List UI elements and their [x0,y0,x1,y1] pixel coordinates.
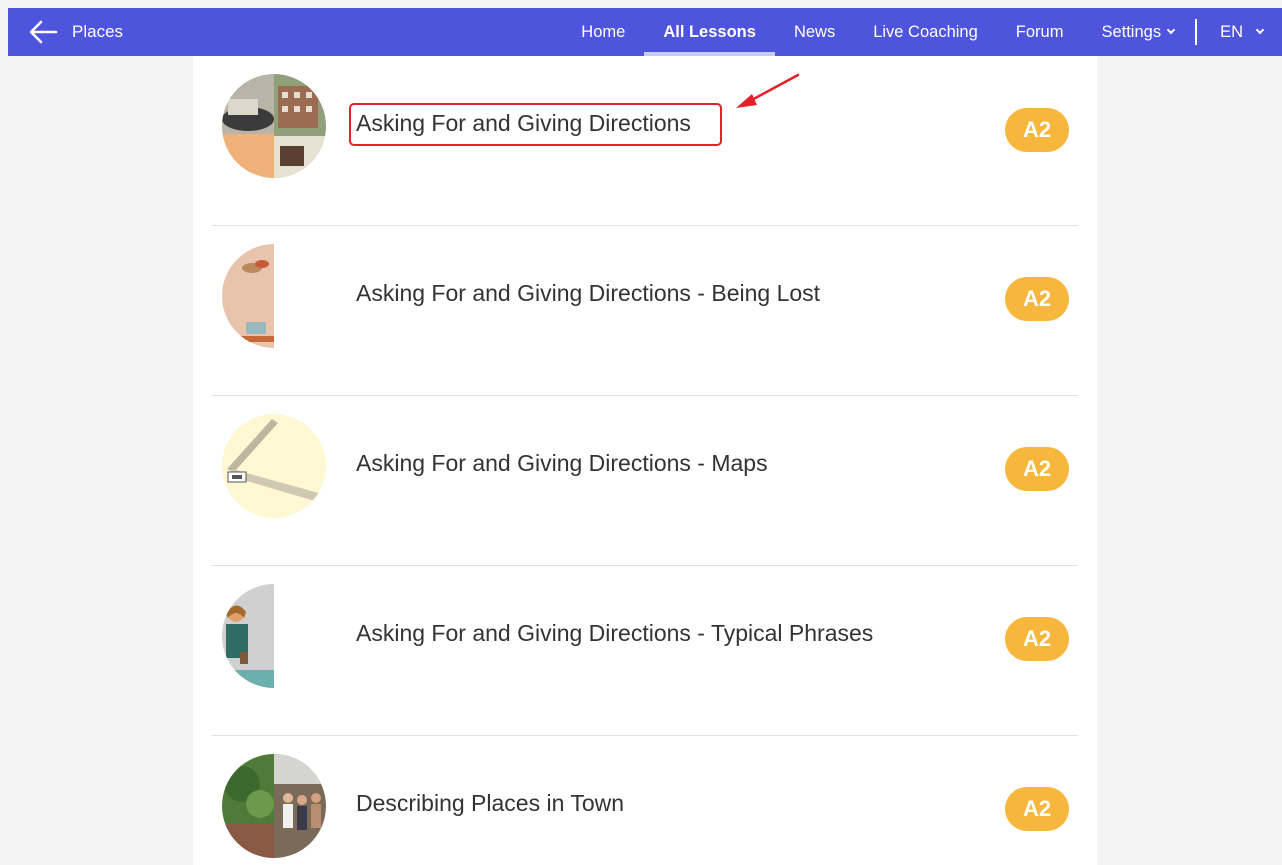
nav-news[interactable]: News [775,8,854,56]
language-label: EN [1220,22,1243,41]
lesson-list: Asking For and Giving Directions A2 Aski… [193,56,1097,865]
lesson-image [222,244,326,348]
lesson-thumbnail [222,244,326,348]
level-badge: A2 [1005,787,1069,831]
back-label: Places [72,22,124,41]
main-nav: Home All Lessons News Live Coaching Foru… [562,8,1282,56]
lesson-thumbnail [222,754,326,858]
top-navigation-bar: Places Home All Lessons News Live Coachi… [8,8,1282,56]
lesson-title: Asking For and Giving Directions [356,110,691,136]
lesson-thumbnail [222,74,326,178]
nav-live-coaching-label: Live Coaching [873,22,978,41]
lesson-row[interactable]: Asking For and Giving Directions - Maps … [212,396,1078,566]
lesson-thumbnail [222,414,326,518]
arrow-left-icon [29,20,58,44]
nav-news-label: News [793,22,836,41]
chevron-down-icon [1166,25,1176,35]
level-badge: A2 [1005,447,1069,491]
lesson-image [222,74,326,178]
nav-home[interactable]: Home [562,8,644,56]
nav-settings[interactable]: Settings [1082,8,1193,56]
nav-forum[interactable]: Forum [997,8,1083,56]
lesson-image [222,584,326,688]
lesson-row[interactable]: Describing Places in Town A2 [212,736,1078,865]
lesson-title: Asking For and Giving Directions - Typic… [356,620,874,646]
nav-home-label: Home [581,22,626,41]
lesson-image [222,754,326,858]
nav-all-lessons-label: All Lessons [663,22,756,41]
level-badge: A2 [1005,108,1069,152]
level-badge: A2 [1005,277,1069,321]
lesson-row[interactable]: Asking For and Giving Directions A2 [212,56,1078,226]
lesson-title: Describing Places in Town [356,790,625,816]
nav-all-lessons[interactable]: All Lessons [644,8,775,56]
back-button[interactable]: Places [8,8,123,56]
lesson-title: Asking For and Giving Directions - Maps [356,450,768,476]
chevron-down-icon [1255,25,1265,35]
lesson-row[interactable]: Asking For and Giving Directions - Being… [212,226,1078,396]
nav-forum-label: Forum [1015,22,1064,41]
nav-settings-label: Settings [1101,22,1162,41]
nav-live-coaching[interactable]: Live Coaching [854,8,997,56]
lesson-title: Asking For and Giving Directions - Being… [356,280,821,306]
nav-divider [1195,19,1198,45]
lesson-row[interactable]: Asking For and Giving Directions - Typic… [212,566,1078,736]
lesson-thumbnail [222,584,326,688]
language-selector[interactable]: EN [1201,8,1282,56]
lesson-image [222,414,326,518]
level-badge: A2 [1005,617,1069,661]
